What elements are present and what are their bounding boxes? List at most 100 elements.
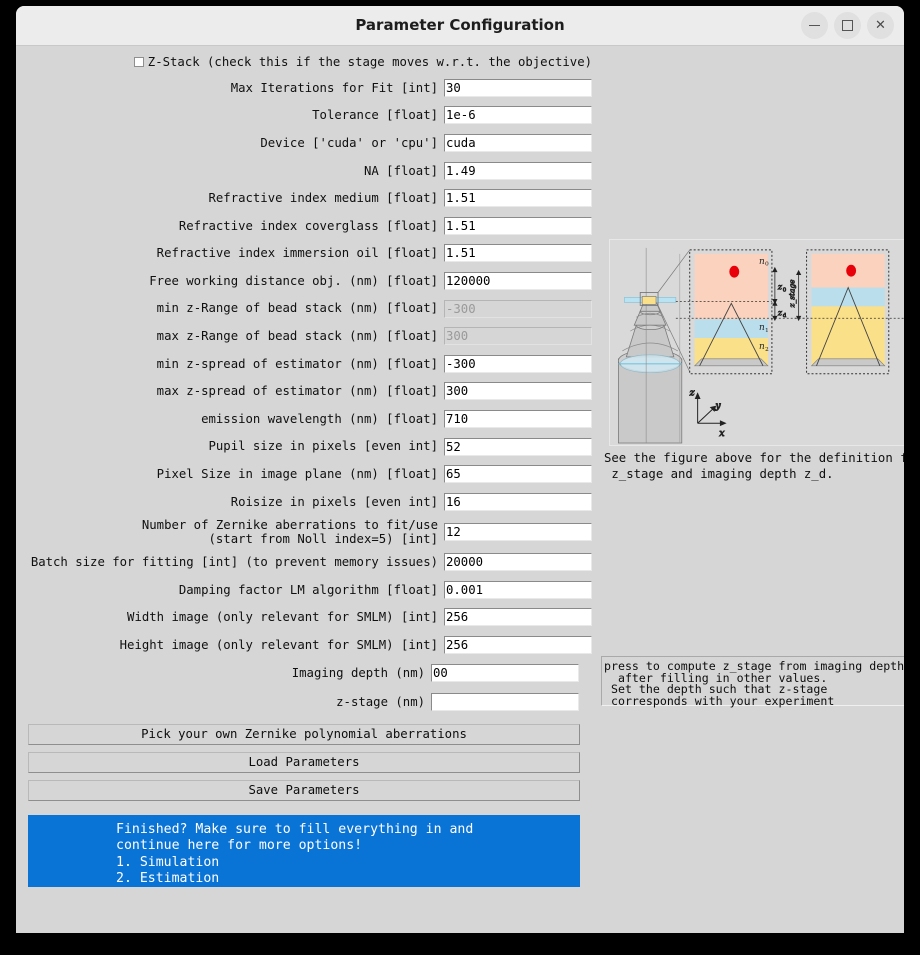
parameter-row: min z-spread of estimator (nm) [float] -3… xyxy=(16,350,592,378)
z-stage-label: z-stage (nm) xyxy=(336,695,425,710)
parameter-input[interactable]: 256 xyxy=(444,608,592,627)
parameter-form: Z-Stack (check this if the stage moves w… xyxy=(16,46,592,887)
parameter-label: Roisize in pixels [even int] xyxy=(230,494,438,509)
parameter-input[interactable]: 1.49 xyxy=(444,161,592,180)
window-title: Parameter Configuration xyxy=(355,16,565,34)
parameter-input[interactable]: 1.51 xyxy=(444,244,592,263)
parameter-label: Pupil size in pixels [even int] xyxy=(208,439,438,454)
optical-diagram-svg: n 0 n 1 n 2 z 0 z d z_stage z y x xyxy=(610,240,904,445)
svg-text:d: d xyxy=(783,313,787,319)
parameter-input[interactable]: 52 xyxy=(444,437,592,456)
parameter-label: Max Iterations for Fit [int] xyxy=(230,80,438,95)
imaging-depth-input[interactable]: 00 xyxy=(431,664,579,683)
svg-text:x: x xyxy=(719,429,724,439)
svg-text:z_stage: z_stage xyxy=(788,279,797,309)
parameter-input[interactable]: 120000 xyxy=(444,271,592,290)
parameter-label: Tolerance [float] xyxy=(312,108,438,123)
parameter-label: max z-spread of estimator (nm) [float] xyxy=(156,384,438,399)
close-icon[interactable]: ✕ xyxy=(867,12,894,39)
parameter-label: Refractive index immersion oil [float] xyxy=(156,246,438,261)
parameter-label: Width image (only relevant for SMLM) [in… xyxy=(127,610,438,625)
parameter-input[interactable]: cuda xyxy=(444,133,592,152)
zstack-label: Z-Stack (check this if the stage moves w… xyxy=(147,55,592,69)
svg-text:1: 1 xyxy=(765,327,769,334)
parameter-row: Free working distance obj. (nm) [float] 1… xyxy=(16,267,592,295)
button-load-wrap: Load Parameters xyxy=(16,745,592,773)
field-rows: Max Iterations for Fit [int] 30 Tolerance … xyxy=(16,74,592,659)
parameter-row: Refractive index immersion oil [float] 1.… xyxy=(16,240,592,268)
parameter-input[interactable]: 710 xyxy=(444,409,592,428)
parameter-input[interactable]: -300 xyxy=(444,354,592,373)
load-parameters-button[interactable]: Load Parameters xyxy=(28,751,580,773)
z-stage-row: z-stage (nm) xyxy=(16,688,592,717)
svg-text:0: 0 xyxy=(765,261,769,268)
parameter-row: Max Iterations for Fit [int] 30 xyxy=(16,74,592,102)
parameter-label: min z-Range of bead stack (nm) [float] xyxy=(156,301,438,316)
button-zernike-wrap: Pick your own Zernike polynomial aberrat… xyxy=(16,717,592,745)
parameter-input[interactable]: 30 xyxy=(444,78,592,97)
parameter-input[interactable]: 256 xyxy=(444,636,592,655)
optical-diagram-figure: n 0 n 1 n 2 z 0 z d z_stage z y x xyxy=(609,239,904,446)
parameter-row: Pixel Size in image plane (nm) [float] 65 xyxy=(16,460,592,488)
parameter-row: Batch size for fitting [int] (to prevent… xyxy=(16,549,592,577)
parameter-label: Height image (only relevant for SMLM) [i… xyxy=(119,638,438,652)
parameter-row: Refractive index medium [float] 1.51 xyxy=(16,184,592,212)
parameter-row: Damping factor LM algorithm [float] 0.001 xyxy=(16,576,592,604)
parameter-input[interactable]: 16 xyxy=(444,492,592,511)
parameter-label: emission wavelength (nm) [float] xyxy=(201,411,438,426)
pick-zernike-button[interactable]: Pick your own Zernike polynomial aberrat… xyxy=(28,723,580,745)
parameter-row: Pupil size in pixels [even int] 52 xyxy=(16,433,592,461)
window-body: Z-Stack (check this if the stage moves w… xyxy=(16,46,904,933)
window-controls: ✕ xyxy=(801,12,894,39)
svg-text:0: 0 xyxy=(783,287,787,293)
title-bar: Parameter Configuration ✕ xyxy=(16,6,904,46)
zstack-checkbox[interactable] xyxy=(133,57,144,67)
save-parameters-button[interactable]: Save Parameters xyxy=(28,779,580,801)
parameter-label: min z-spread of estimator (nm) [float] xyxy=(156,356,438,371)
imaging-depth-row: Imaging depth (nm) 00 xyxy=(16,659,592,688)
parameter-input[interactable]: 1.51 xyxy=(444,216,592,235)
parameter-label: NA [float] xyxy=(363,163,438,178)
continue-banner[interactable]: Finished? Make sure to fill everything i… xyxy=(28,814,580,887)
parameter-input[interactable]: 1.51 xyxy=(444,189,592,208)
parameter-row: Tolerance [float] 1e-6 xyxy=(16,102,592,130)
parameter-input: -300 xyxy=(444,299,592,318)
zstack-row[interactable]: Z-Stack (check this if the stage moves w… xyxy=(16,46,592,74)
svg-text:y: y xyxy=(714,401,721,411)
svg-text:2: 2 xyxy=(765,346,769,353)
parameter-label: Refractive index coverglass [float] xyxy=(178,218,438,233)
parameter-row: Height image (only relevant for SMLM) [i… xyxy=(16,631,592,659)
parameter-row: max z-Range of bead stack (nm) [float] 30… xyxy=(16,322,592,350)
parameter-row: Roisize in pixels [even int] 16 xyxy=(16,488,592,516)
figure-caption: See the figure above for the definition … xyxy=(604,451,904,481)
parameter-label: Number of Zernike aberrations to fit/use… xyxy=(141,517,438,546)
imaging-depth-label: Imaging depth (nm) xyxy=(291,666,425,681)
parameter-row: Refractive index coverglass [float] 1.51 xyxy=(16,212,592,240)
parameter-label: max z-Range of bead stack (nm) [float] xyxy=(156,329,438,344)
parameter-row: Width image (only relevant for SMLM) [in… xyxy=(16,604,592,632)
parameter-input[interactable]: 65 xyxy=(444,465,592,484)
parameter-label: Free working distance obj. (nm) [float] xyxy=(149,273,438,288)
zstage-info-box: press to compute z_stage from imaging de… xyxy=(601,656,904,707)
parameter-row: NA [float] 1.49 xyxy=(16,157,592,185)
parameter-input[interactable]: 300 xyxy=(444,382,592,401)
parameter-input: 300 xyxy=(444,327,592,346)
parameter-label: Device ['cuda' or 'cpu'] xyxy=(260,135,438,150)
parameter-input[interactable]: 0.001 xyxy=(444,580,592,599)
parameter-row: Device ['cuda' or 'cpu'] cuda xyxy=(16,129,592,157)
parameter-configuration-window: Parameter Configuration ✕ Z-Stack (check… xyxy=(16,6,904,933)
parameter-input[interactable]: 1e-6 xyxy=(444,106,592,125)
parameter-row: Number of Zernike aberrations to fit/use… xyxy=(16,516,592,549)
minimize-icon[interactable] xyxy=(801,12,828,39)
parameter-row: emission wavelength (nm) [float] 710 xyxy=(16,405,592,433)
parameter-label: Batch size for fitting [int] (to prevent… xyxy=(30,555,438,570)
maximize-icon[interactable] xyxy=(834,12,861,39)
parameter-label: Damping factor LM algorithm [float] xyxy=(178,582,438,597)
parameter-row: min z-Range of bead stack (nm) [float] -3… xyxy=(16,295,592,323)
parameter-input[interactable]: 20000 xyxy=(444,553,592,572)
parameter-input[interactable]: 12 xyxy=(444,523,592,541)
parameter-label: Pixel Size in image plane (nm) [float] xyxy=(156,467,438,482)
z-stage-input[interactable] xyxy=(431,693,579,712)
parameter-label: Refractive index medium [float] xyxy=(208,191,438,206)
button-save-wrap: Save Parameters xyxy=(16,773,592,801)
